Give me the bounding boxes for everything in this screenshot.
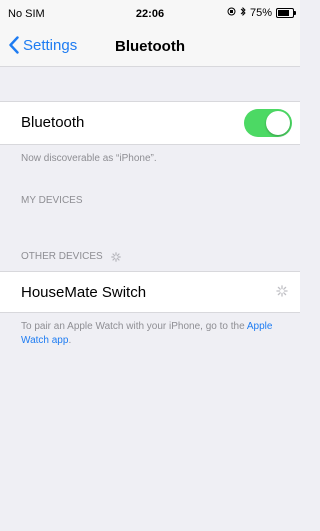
apple-watch-hint: To pair an Apple Watch with your iPhone,… bbox=[21, 320, 291, 348]
hint-suffix: . bbox=[68, 335, 72, 346]
hint-text: To pair an Apple Watch with your iPhone,… bbox=[21, 321, 247, 332]
battery-percent: 75% bbox=[249, 7, 272, 19]
orientation-lock-icon bbox=[227, 7, 236, 19]
battery-fill bbox=[278, 10, 289, 16]
my-devices-header: MY DEVICES bbox=[21, 195, 83, 206]
bluetooth-toggle[interactable] bbox=[244, 109, 292, 137]
discoverable-text: Now discoverable as “iPhone”. bbox=[21, 153, 157, 164]
toggle-knob bbox=[266, 111, 290, 135]
bluetooth-label: Bluetooth bbox=[21, 114, 85, 131]
device-name: HouseMate Switch bbox=[21, 284, 147, 301]
status-right: 75% bbox=[227, 6, 296, 19]
device-spinner-icon bbox=[276, 285, 288, 297]
navigation-bar: Settings Bluetooth bbox=[0, 30, 300, 67]
battery-icon bbox=[276, 8, 296, 18]
bluetooth-status-icon bbox=[240, 6, 246, 19]
device-row[interactable]: HouseMate Switch bbox=[0, 271, 300, 313]
spinner-icon bbox=[110, 251, 121, 262]
page-title: Bluetooth bbox=[115, 38, 185, 55]
other-devices-header-row: OTHER DEVICES bbox=[21, 251, 121, 262]
other-devices-header: OTHER DEVICES bbox=[21, 251, 103, 262]
status-bar: No SIM 22:06 75% bbox=[0, 0, 300, 30]
bluetooth-toggle-row: Bluetooth bbox=[0, 101, 300, 145]
